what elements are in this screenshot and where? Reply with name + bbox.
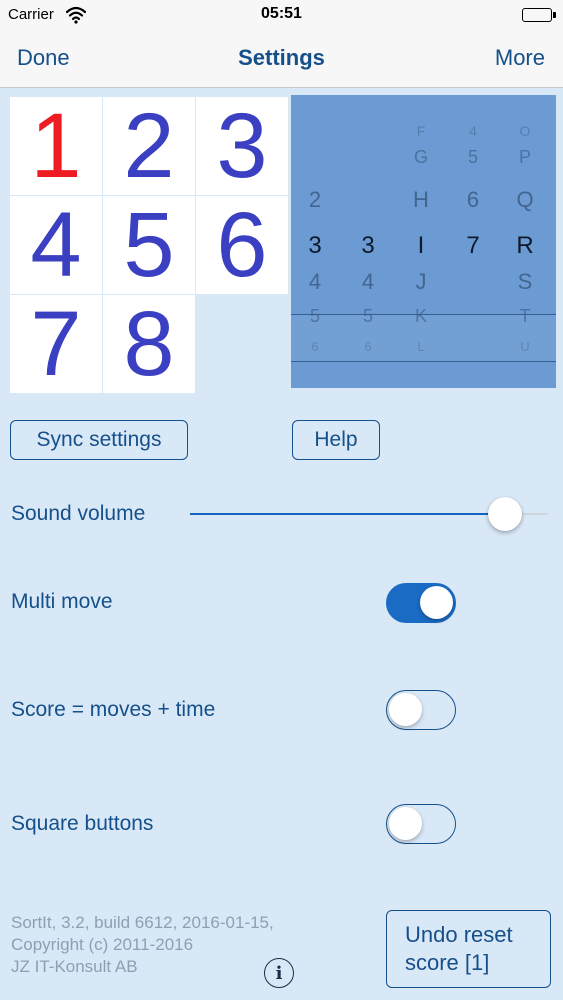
score-mode-label: Score = moves + time (11, 698, 216, 721)
picker-cell: R (516, 232, 534, 259)
picker-cell: 5 (309, 306, 320, 326)
style-picker[interactable]: 2 3 4 5 6 3 4 5 6 FGHIJKL 4 5 6 7 OPQRSTU (291, 95, 556, 388)
sound-volume-slider[interactable] (190, 492, 548, 536)
tile: 1 (10, 97, 102, 195)
multi-move-toggle[interactable] (386, 583, 456, 623)
picker-cell: 4 (308, 269, 322, 294)
picker-cell: U (520, 339, 530, 354)
picker-cell: Q (516, 187, 534, 212)
tile: 6 (196, 196, 288, 294)
picker-column[interactable]: OPQRSTU (505, 95, 545, 388)
picker-cell: 7 (466, 232, 480, 259)
tile: 8 (103, 295, 195, 393)
copyright-text: Copyright (c) 2011-2016 (11, 935, 194, 954)
square-buttons-label: Square buttons (11, 812, 154, 835)
picker-column[interactable]: FGHIJKL (401, 95, 441, 388)
navigation-bar: Done Settings More (0, 30, 563, 88)
picker-cell: F (416, 123, 426, 139)
done-button[interactable]: Done (17, 45, 70, 71)
sync-settings-button[interactable]: Sync settings (10, 420, 188, 460)
tile: 4 (10, 196, 102, 294)
picker-cell: 6 (364, 339, 372, 354)
picker-cell: 6 (311, 339, 319, 354)
picker-column[interactable]: 2 3 4 5 6 (295, 95, 335, 388)
version-text: SortIt, 3.2, build 6612, 2016-01-15, (11, 913, 274, 932)
score-mode-toggle[interactable] (386, 690, 456, 730)
square-buttons-toggle[interactable] (386, 804, 456, 844)
picker-column[interactable]: 3 4 5 6 (348, 95, 388, 388)
more-button[interactable]: More (495, 45, 545, 71)
picker-cell: 6 (466, 187, 480, 212)
info-icon[interactable]: i (264, 958, 294, 988)
picker-cell: 3 (308, 232, 322, 259)
sound-volume-label: Sound volume (11, 502, 146, 525)
slider-thumb[interactable] (488, 497, 523, 531)
tile: 5 (103, 196, 195, 294)
status-bar: Carrier 05:51 (0, 0, 563, 30)
picker-cell: 4 (361, 269, 375, 294)
picker-cell: H (413, 187, 429, 212)
page-title: Settings (238, 45, 325, 70)
undo-reset-score-button[interactable]: Undo reset score [1] (386, 910, 551, 988)
app-info: SortIt, 3.2, build 6612, 2016-01-15, Cop… (11, 912, 274, 978)
multi-move-label: Multi move (11, 590, 113, 613)
picker-cell: K (414, 306, 427, 326)
tile: 2 (103, 97, 195, 195)
help-button[interactable]: Help (292, 420, 380, 460)
undo-line-2: score [1] (405, 950, 490, 975)
tile: 7 (10, 295, 102, 393)
picker-cell: 5 (362, 306, 373, 326)
picker-cell: 2 (308, 187, 322, 212)
slider-fill (190, 513, 506, 515)
picker-cell: S (517, 269, 533, 294)
picker-cell: I (417, 232, 425, 259)
picker-cell: 5 (467, 147, 478, 167)
picker-cell: 3 (361, 232, 375, 259)
picker-cell: 4 (469, 123, 477, 139)
tile: 3 (196, 97, 288, 195)
company-text: JZ IT-Konsult AB (11, 957, 138, 976)
picker-cell: O (519, 123, 531, 139)
picker-cell: G (413, 147, 428, 167)
undo-line-1: Undo reset (405, 922, 513, 947)
battery-icon (522, 8, 556, 22)
tile-grid-preview: 1 2 3 4 5 6 7 8 (10, 97, 290, 397)
picker-column[interactable]: 4 5 6 7 (453, 95, 493, 388)
picker-cell: L (417, 339, 425, 354)
status-time: 05:51 (261, 5, 302, 22)
picker-cell: J (415, 269, 427, 294)
picker-cell: T (519, 306, 531, 326)
picker-cell: P (518, 147, 531, 167)
